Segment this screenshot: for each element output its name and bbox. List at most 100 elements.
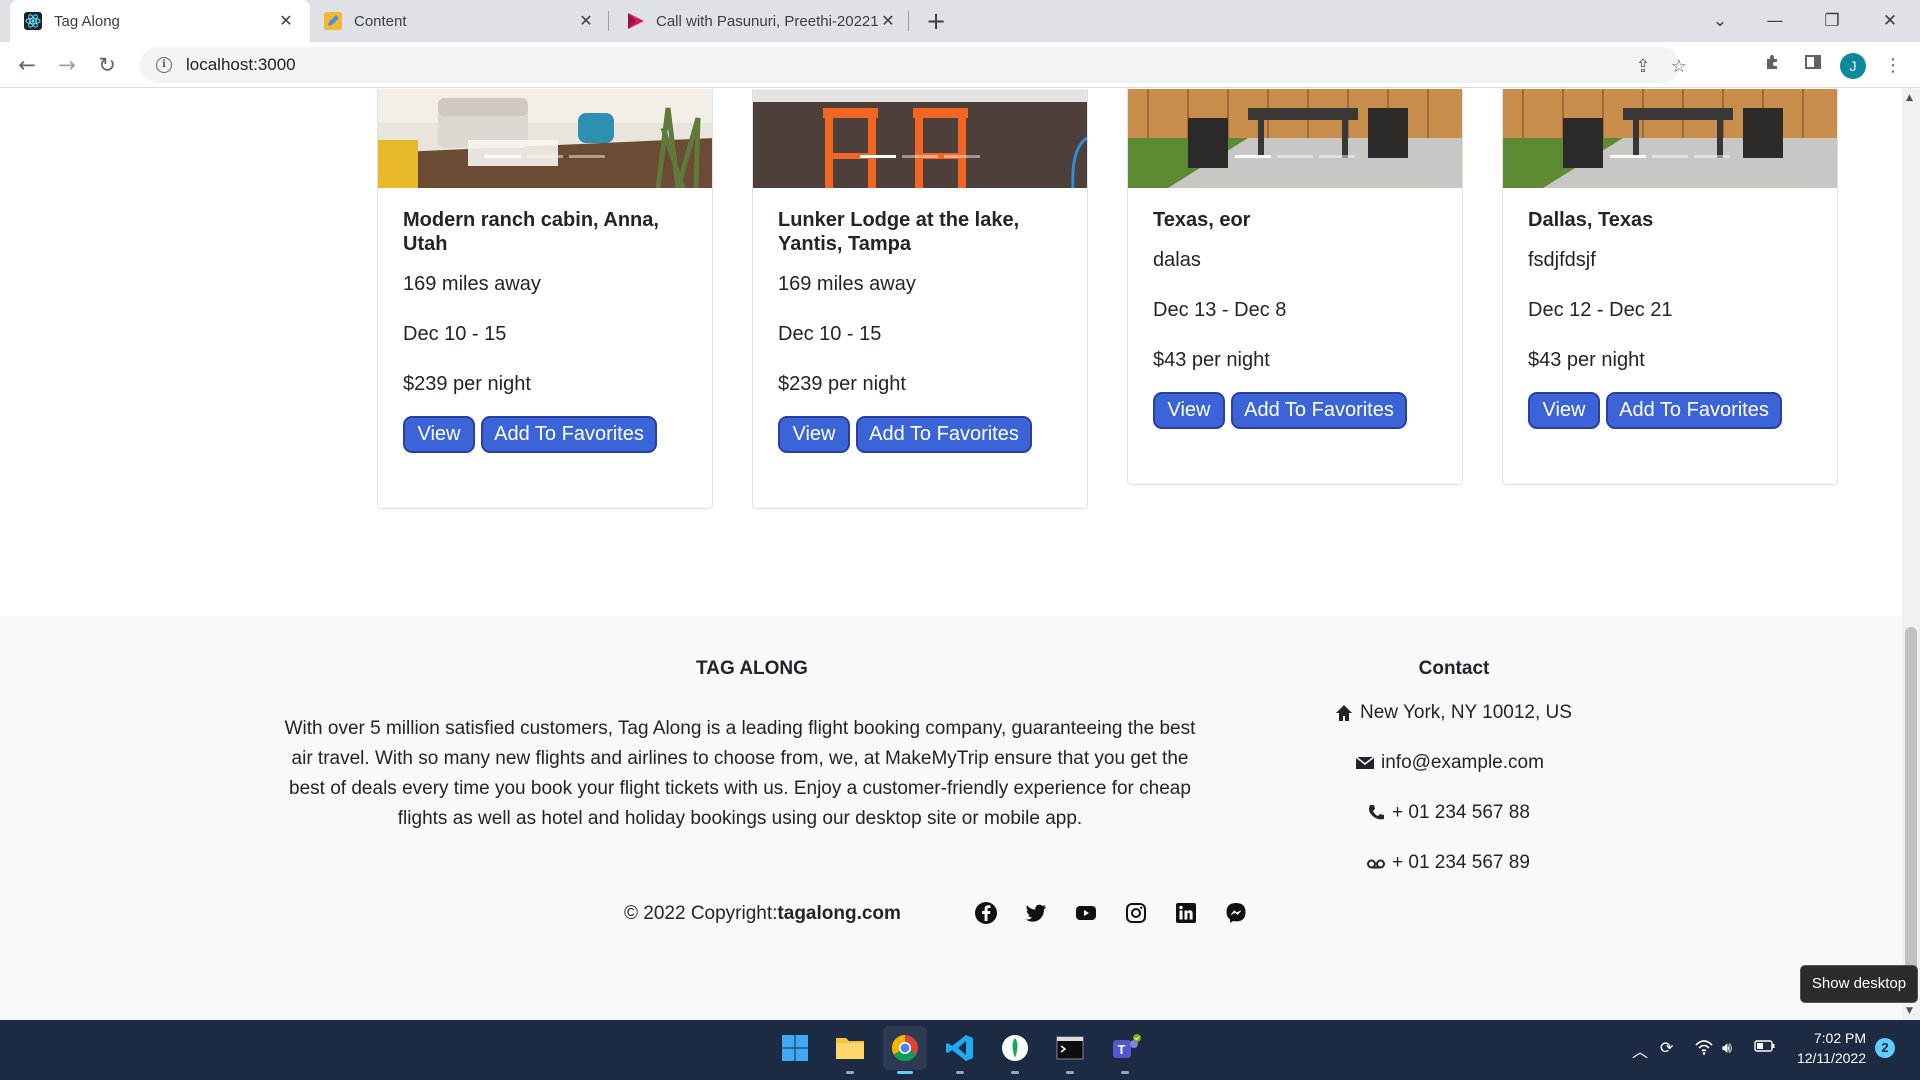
carousel-indicators[interactable] bbox=[1128, 155, 1462, 158]
listing-dates: Dec 12 - Dec 21 bbox=[1528, 299, 1673, 321]
site-info-icon[interactable]: i bbox=[156, 57, 172, 73]
notification-badge[interactable]: 2 bbox=[1875, 1038, 1895, 1058]
tab-call[interactable]: Call with Pasunuri, Preethi-2022120 ✕ bbox=[612, 0, 912, 42]
new-tab-button[interactable]: + bbox=[922, 7, 950, 35]
listing-distance: 169 miles away bbox=[403, 273, 541, 295]
play-icon bbox=[626, 12, 644, 30]
contact-voicemail-text: + 01 234 567 89 bbox=[1392, 852, 1530, 873]
back-icon[interactable]: ← bbox=[12, 50, 42, 80]
listing-title: Lunker Lodge at the lake, Yantis, Tampa bbox=[778, 209, 1020, 255]
voicemail-icon bbox=[1366, 853, 1386, 873]
close-window-icon[interactable]: ✕ bbox=[1870, 6, 1910, 36]
scroll-down-icon[interactable]: ▼ bbox=[1906, 1006, 1913, 1016]
minimize-icon[interactable]: — bbox=[1755, 6, 1795, 36]
view-button[interactable]: View bbox=[1528, 392, 1600, 429]
url-text: localhost:3000 bbox=[186, 55, 296, 74]
mongodb-compass-icon[interactable] bbox=[993, 1026, 1037, 1074]
battery-icon[interactable] bbox=[1754, 1038, 1776, 1058]
contact-email: info@example.com bbox=[1355, 752, 1544, 774]
add-to-favorites-button[interactable]: Add To Favorites bbox=[481, 416, 657, 453]
close-tab-icon[interactable]: ✕ bbox=[576, 11, 596, 31]
extensions-icon[interactable] bbox=[1760, 53, 1786, 79]
show-desktop-tooltip: Show desktop bbox=[1800, 965, 1918, 1003]
youtube-icon[interactable] bbox=[1074, 901, 1098, 925]
site-footer: TAG ALONG With over 5 million satisfied … bbox=[0, 616, 1902, 1020]
add-to-favorites-button[interactable]: Add To Favorites bbox=[1231, 392, 1407, 429]
listing-card: ‹ › Texas, eor dalas Dec 13 - Dec 8 $43 … bbox=[1127, 89, 1463, 485]
messenger-icon[interactable] bbox=[1224, 901, 1248, 925]
restore-icon[interactable]: ❐ bbox=[1812, 6, 1852, 36]
more-menu-icon[interactable]: ⋮ bbox=[1880, 53, 1906, 79]
chevron-up-icon[interactable]: ︿ bbox=[1632, 1038, 1648, 1062]
scrollbar-thumb[interactable] bbox=[1905, 627, 1917, 1002]
listing-photo-living-room[interactable]: › bbox=[378, 89, 712, 188]
close-tab-icon[interactable]: ✕ bbox=[276, 11, 296, 31]
tab-content[interactable]: Content ✕ bbox=[310, 0, 610, 42]
svg-text:T: T bbox=[1118, 1042, 1126, 1057]
footer-brand-title: TAG ALONG bbox=[696, 658, 808, 679]
bookmark-star-icon[interactable]: ☆ bbox=[1666, 54, 1692, 80]
view-button[interactable]: View bbox=[778, 416, 850, 453]
facebook-icon[interactable] bbox=[974, 901, 998, 925]
listing-price: $43 per night bbox=[1153, 349, 1270, 371]
contact-email-text: info@example.com bbox=[1381, 752, 1544, 773]
windows-start-icon[interactable] bbox=[773, 1026, 817, 1070]
terminal-icon[interactable] bbox=[1048, 1026, 1092, 1074]
linkedin-icon[interactable] bbox=[1174, 901, 1198, 925]
copyright-site-link[interactable]: tagalong.com bbox=[777, 903, 901, 924]
scroll-up-icon[interactable]: ▲ bbox=[1906, 93, 1913, 103]
clock-time: 7:02 PM bbox=[1813, 1030, 1866, 1046]
share-icon[interactable]: ⇪ bbox=[1630, 54, 1656, 80]
address-bar[interactable]: i localhost:3000 ⇪ ☆ bbox=[140, 47, 1687, 83]
volume-icon[interactable]: 🔊︎ bbox=[1722, 1038, 1732, 1058]
contact-voicemail: + 01 234 567 89 bbox=[1366, 852, 1530, 874]
instagram-icon[interactable] bbox=[1124, 901, 1148, 925]
page-viewport: › Modern ranch cabin, Anna, Utah 169 mil… bbox=[0, 89, 1902, 1020]
wifi-icon[interactable] bbox=[1694, 1038, 1714, 1060]
carousel-indicators[interactable] bbox=[1503, 155, 1837, 158]
forward-icon[interactable]: → bbox=[52, 50, 82, 80]
listing-subtitle: fsdjfdsjf bbox=[1528, 249, 1596, 271]
copyright: © 2022 Copyright:tagalong.com bbox=[624, 903, 901, 925]
contact-phone: + 01 234 567 88 bbox=[1366, 802, 1530, 824]
listing-subtitle: dalas bbox=[1153, 249, 1201, 271]
listing-photo-kitchen[interactable]: ‹ › bbox=[753, 89, 1087, 188]
listing-photo-patio[interactable]: ‹ › bbox=[1503, 89, 1837, 188]
tab-title: Content bbox=[354, 12, 407, 30]
chrome-icon[interactable] bbox=[883, 1026, 927, 1074]
side-panel-icon[interactable] bbox=[1800, 53, 1826, 79]
listing-price: $239 per night bbox=[403, 373, 531, 395]
tab-title: Tag Along bbox=[54, 12, 120, 30]
carousel-indicators[interactable] bbox=[378, 155, 712, 158]
view-button[interactable]: View bbox=[403, 416, 475, 453]
home-icon bbox=[1334, 703, 1354, 723]
sync-icon[interactable]: ⟳ bbox=[1660, 1038, 1673, 1057]
copyright-prefix: © 2022 Copyright: bbox=[624, 903, 778, 924]
teams-icon[interactable]: T bbox=[1103, 1026, 1147, 1074]
tab-tag-along[interactable]: Tag Along ✕ bbox=[10, 0, 310, 42]
tab-separator bbox=[608, 11, 609, 31]
profile-avatar[interactable]: J bbox=[1840, 53, 1866, 79]
reload-icon[interactable]: ↻ bbox=[92, 50, 122, 80]
file-explorer-icon[interactable] bbox=[828, 1026, 872, 1074]
footer-contact-title: Contact bbox=[1418, 658, 1490, 679]
contact-phone-text: + 01 234 567 88 bbox=[1392, 802, 1530, 823]
listing-photo-patio[interactable]: ‹ › bbox=[1128, 89, 1462, 188]
system-clock[interactable]: 7:02 PM 12/11/2022 bbox=[1790, 1028, 1866, 1068]
add-to-favorites-button[interactable]: Add To Favorites bbox=[856, 416, 1032, 453]
page-scrollbar[interactable]: ▲ ▼ bbox=[1902, 89, 1920, 1020]
twitter-icon[interactable] bbox=[1024, 901, 1048, 925]
tab-separator bbox=[908, 11, 909, 31]
contact-address-text: New York, NY 10012, US bbox=[1360, 702, 1572, 723]
listing-distance: 169 miles away bbox=[778, 273, 916, 295]
vscode-icon[interactable] bbox=[938, 1026, 982, 1074]
listing-title: Texas, eor bbox=[1153, 209, 1251, 231]
listing-card: › Modern ranch cabin, Anna, Utah 169 mil… bbox=[377, 89, 713, 509]
add-to-favorites-button[interactable]: Add To Favorites bbox=[1606, 392, 1782, 429]
browser-toolbar: ← → ↻ i localhost:3000 ⇪ ☆ J ⋮ bbox=[0, 42, 1920, 88]
tab-search-icon[interactable]: ⌄ bbox=[1700, 6, 1740, 36]
view-button[interactable]: View bbox=[1153, 392, 1225, 429]
listing-title: Dallas, Texas bbox=[1528, 209, 1654, 231]
close-tab-icon[interactable]: ✕ bbox=[878, 11, 898, 31]
carousel-indicators[interactable] bbox=[753, 155, 1087, 158]
